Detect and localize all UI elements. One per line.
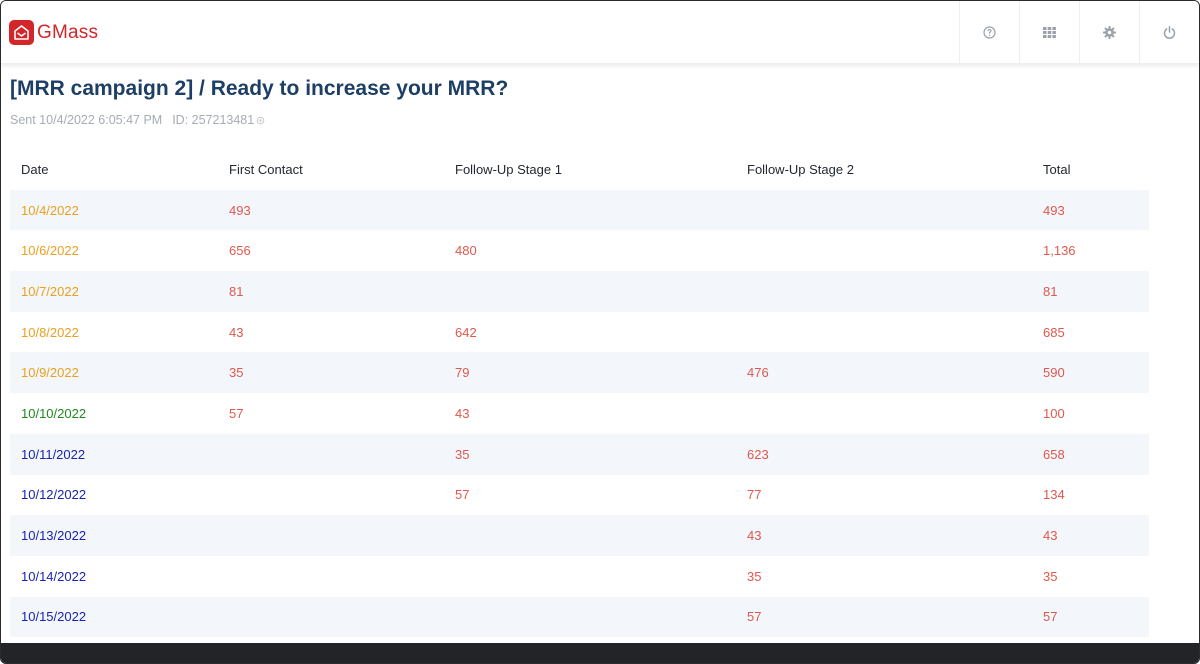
page-title: [MRR campaign 2] / Ready to increase you… xyxy=(10,77,509,100)
row-total: 685 xyxy=(1043,324,1065,340)
table-row: 10/12/2022 57 77 134 xyxy=(10,475,1149,516)
row-follow-up-stage-1: 57 xyxy=(455,487,470,503)
campaign-meta: Sent 10/4/2022 6:05:47 PM ID: 257213481 xyxy=(10,113,265,127)
row-date[interactable]: 10/11/2022 xyxy=(21,447,85,462)
settings-button[interactable] xyxy=(1079,1,1139,63)
row-follow-up-stage-1: 35 xyxy=(455,446,470,462)
campaign-id: ID: 257213481 xyxy=(172,113,255,127)
row-follow-up-stage-2: 77 xyxy=(747,487,762,503)
table-row: 10/8/2022 43 642 685 xyxy=(10,312,1149,353)
app-name: GMass xyxy=(37,21,99,43)
app-window: GMass [MRR campaign 2] / Ready to increa… xyxy=(0,0,1200,664)
table-row: 10/9/2022 35 79 476 590 xyxy=(10,352,1149,394)
header-first-contact: First Contact xyxy=(229,161,303,177)
row-total: 57 xyxy=(1043,609,1058,625)
row-first-contact: 43 xyxy=(229,324,244,340)
row-first-contact: 35 xyxy=(229,365,244,381)
gmass-logo[interactable]: GMass xyxy=(9,20,98,45)
row-date[interactable]: 10/12/2022 xyxy=(21,487,86,502)
row-first-contact: 656 xyxy=(229,243,251,259)
row-follow-up-stage-1: 480 xyxy=(455,243,477,259)
row-first-contact: 493 xyxy=(229,202,251,218)
row-total: 1,136 xyxy=(1043,243,1076,259)
row-first-contact: 57 xyxy=(229,405,244,421)
row-date[interactable]: 10/6/2022 xyxy=(21,243,79,258)
header-total: Total xyxy=(1043,161,1071,177)
row-date[interactable]: 10/9/2022 xyxy=(21,365,79,380)
sent-timestamp: Sent 10/4/2022 6:05:47 PM xyxy=(10,113,163,127)
row-total: 35 xyxy=(1043,568,1058,584)
table-row: 10/13/2022 43 43 xyxy=(10,515,1149,556)
row-total: 493 xyxy=(1043,202,1065,218)
row-total: 590 xyxy=(1043,365,1065,381)
row-total: 81 xyxy=(1043,283,1058,299)
row-first-contact: 81 xyxy=(229,283,244,299)
header-follow-up-stage-1: Follow-Up Stage 1 xyxy=(455,161,562,177)
table-row: 10/15/2022 57 57 xyxy=(10,596,1149,638)
gmass-logo-icon xyxy=(9,20,34,45)
table-row: 10/7/2022 81 81 xyxy=(10,271,1149,312)
header-date: Date xyxy=(21,161,49,177)
gear-icon xyxy=(1103,25,1116,39)
top-bar: GMass xyxy=(1,1,1199,64)
row-follow-up-stage-2: 623 xyxy=(747,446,769,462)
stats-table: Date First Contact Follow-Up Stage 1 Fol… xyxy=(10,149,1149,638)
row-total: 658 xyxy=(1043,446,1065,462)
apps-grid-icon xyxy=(1043,26,1056,38)
row-follow-up-stage-1: 642 xyxy=(455,324,477,340)
row-total: 134 xyxy=(1043,487,1065,503)
power-icon xyxy=(1163,25,1176,39)
logout-button[interactable] xyxy=(1139,1,1199,63)
table-header-row: Date First Contact Follow-Up Stage 1 Fol… xyxy=(10,149,1149,190)
table-row: 10/14/2022 35 35 xyxy=(10,556,1149,597)
row-date[interactable]: 10/10/2022 xyxy=(21,406,86,421)
row-date[interactable]: 10/13/2022 xyxy=(21,528,86,543)
table-row: 10/10/2022 57 43 100 xyxy=(10,393,1149,434)
row-follow-up-stage-1: 79 xyxy=(455,365,470,381)
table-row: 10/4/2022 493 493 xyxy=(10,189,1149,231)
row-date[interactable]: 10/14/2022 xyxy=(21,569,86,584)
row-follow-up-stage-2: 476 xyxy=(747,365,769,381)
top-icon-group xyxy=(959,1,1199,63)
row-follow-up-stage-2: 43 xyxy=(747,528,762,544)
row-total: 43 xyxy=(1043,528,1058,544)
table-row: 10/6/2022 656 480 1,136 xyxy=(10,230,1149,271)
table-row: 10/11/2022 35 623 658 xyxy=(10,433,1149,475)
row-follow-up-stage-2: 57 xyxy=(747,609,762,625)
header-follow-up-stage-2: Follow-Up Stage 2 xyxy=(747,161,854,177)
help-button[interactable] xyxy=(959,1,1019,63)
row-follow-up-stage-2: 35 xyxy=(747,568,762,584)
row-date[interactable]: 10/4/2022 xyxy=(21,203,79,218)
row-date[interactable]: 10/15/2022 xyxy=(21,609,86,624)
bottom-bar xyxy=(1,643,1199,663)
copy-id-icon[interactable] xyxy=(256,116,265,125)
apps-button[interactable] xyxy=(1019,1,1079,63)
row-total: 100 xyxy=(1043,405,1065,421)
row-follow-up-stage-1: 43 xyxy=(455,405,470,421)
row-date[interactable]: 10/7/2022 xyxy=(21,284,79,299)
row-date[interactable]: 10/8/2022 xyxy=(21,325,79,340)
help-icon xyxy=(983,25,996,39)
